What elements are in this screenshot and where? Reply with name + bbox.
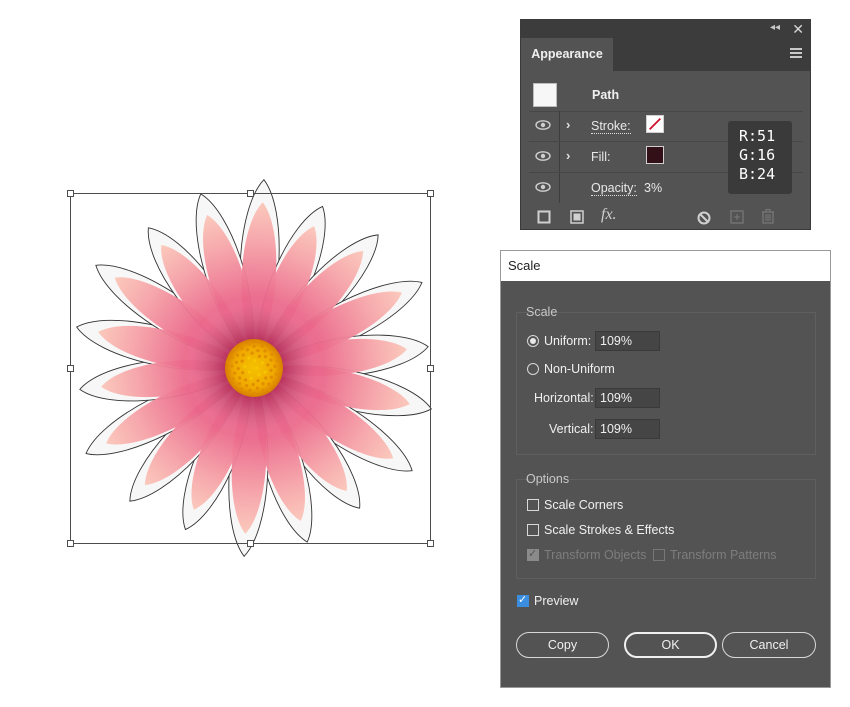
dialog-title[interactable]: Scale — [501, 251, 830, 281]
close-icon[interactable]: ✕ — [792, 20, 804, 38]
non-uniform-label[interactable]: Non-Uniform — [544, 362, 615, 376]
clear-appearance-icon[interactable] — [697, 211, 711, 225]
preview-label[interactable]: Preview — [534, 594, 578, 608]
options-group-title: Options — [526, 472, 570, 486]
ok-button[interactable]: OK — [624, 632, 717, 658]
chevron-right-icon[interactable]: › — [566, 148, 570, 163]
eye-icon[interactable] — [535, 119, 551, 131]
handle-middle-right[interactable] — [427, 365, 434, 372]
tooltip-b: B:24 — [739, 165, 776, 183]
non-uniform-radio[interactable] — [527, 363, 539, 375]
tooltip-r: R:51 — [739, 127, 776, 145]
handle-bottom-center[interactable] — [247, 540, 254, 547]
fill-swatch[interactable] — [646, 146, 664, 164]
vertical-label: Vertical: — [549, 422, 594, 436]
appearance-panel: ◂◂ ✕ Appearance Path › Stroke: › Fill: O… — [520, 19, 811, 230]
horizontal-label: Horizontal: — [534, 391, 594, 405]
tooltip-g: G:16 — [739, 146, 776, 164]
collapse-arrows-icon[interactable]: ◂◂ — [770, 22, 780, 33]
panel-menu-icon[interactable] — [790, 48, 802, 60]
scale-strokes-checkbox[interactable] — [527, 524, 539, 536]
add-fill-icon[interactable] — [570, 210, 584, 224]
duplicate-item-icon — [730, 210, 744, 224]
transform-patterns-checkbox — [653, 549, 665, 561]
uniform-label[interactable]: Uniform: — [544, 334, 591, 348]
eye-icon[interactable] — [535, 150, 551, 162]
copy-button[interactable]: Copy — [516, 632, 609, 658]
handle-top-right[interactable] — [427, 190, 434, 197]
scale-group-title: Scale — [526, 305, 558, 319]
handle-top-center[interactable] — [247, 190, 254, 197]
panel-tabbar: Appearance — [521, 38, 810, 71]
fill-label[interactable]: Fill: — [591, 150, 610, 164]
stroke-swatch[interactable] — [646, 115, 664, 133]
opacity-value: 3% — [644, 181, 663, 195]
trash-icon — [762, 209, 774, 224]
fx-icon[interactable]: fx. — [601, 206, 617, 224]
add-stroke-icon[interactable] — [537, 210, 551, 224]
panel-titlebar[interactable]: ◂◂ ✕ — [521, 20, 810, 38]
panel-bottom-toolbar: fx. — [521, 204, 810, 230]
scale-strokes-label[interactable]: Scale Strokes & Effects — [544, 523, 674, 537]
handle-bottom-right[interactable] — [427, 540, 434, 547]
horizontal-input[interactable]: 109% — [595, 388, 660, 408]
scale-dialog: Scale Scale Uniform: 109% Non-Uniform Ho… — [500, 250, 831, 688]
color-tooltip: R:51 G:16 B:24 — [728, 121, 792, 194]
eye-icon[interactable] — [535, 181, 551, 193]
handle-bottom-left[interactable] — [67, 540, 74, 547]
transform-objects-label: Transform Objects — [544, 548, 647, 562]
path-row[interactable] — [529, 78, 803, 112]
handle-top-left[interactable] — [67, 190, 74, 197]
path-label: Path — [592, 88, 620, 102]
transform-patterns-label: Transform Patterns — [670, 548, 777, 562]
uniform-radio[interactable] — [527, 335, 539, 347]
scale-corners-label[interactable]: Scale Corners — [544, 498, 623, 512]
handle-middle-left[interactable] — [67, 365, 74, 372]
stroke-label[interactable]: Stroke: — [591, 119, 631, 134]
cancel-button[interactable]: Cancel — [722, 632, 816, 658]
vertical-input[interactable]: 109% — [595, 419, 660, 439]
opacity-label[interactable]: Opacity: — [591, 181, 637, 196]
path-thumbnail — [533, 83, 557, 107]
chevron-right-icon[interactable]: › — [566, 117, 570, 132]
uniform-input[interactable]: 109% — [595, 331, 660, 351]
transform-objects-checkbox: ✓ — [527, 548, 539, 561]
preview-checkbox[interactable]: ✓ — [517, 594, 529, 607]
tab-appearance[interactable]: Appearance — [521, 38, 613, 71]
scale-corners-checkbox[interactable] — [527, 499, 539, 511]
selection-bounding-box[interactable] — [67, 190, 434, 547]
